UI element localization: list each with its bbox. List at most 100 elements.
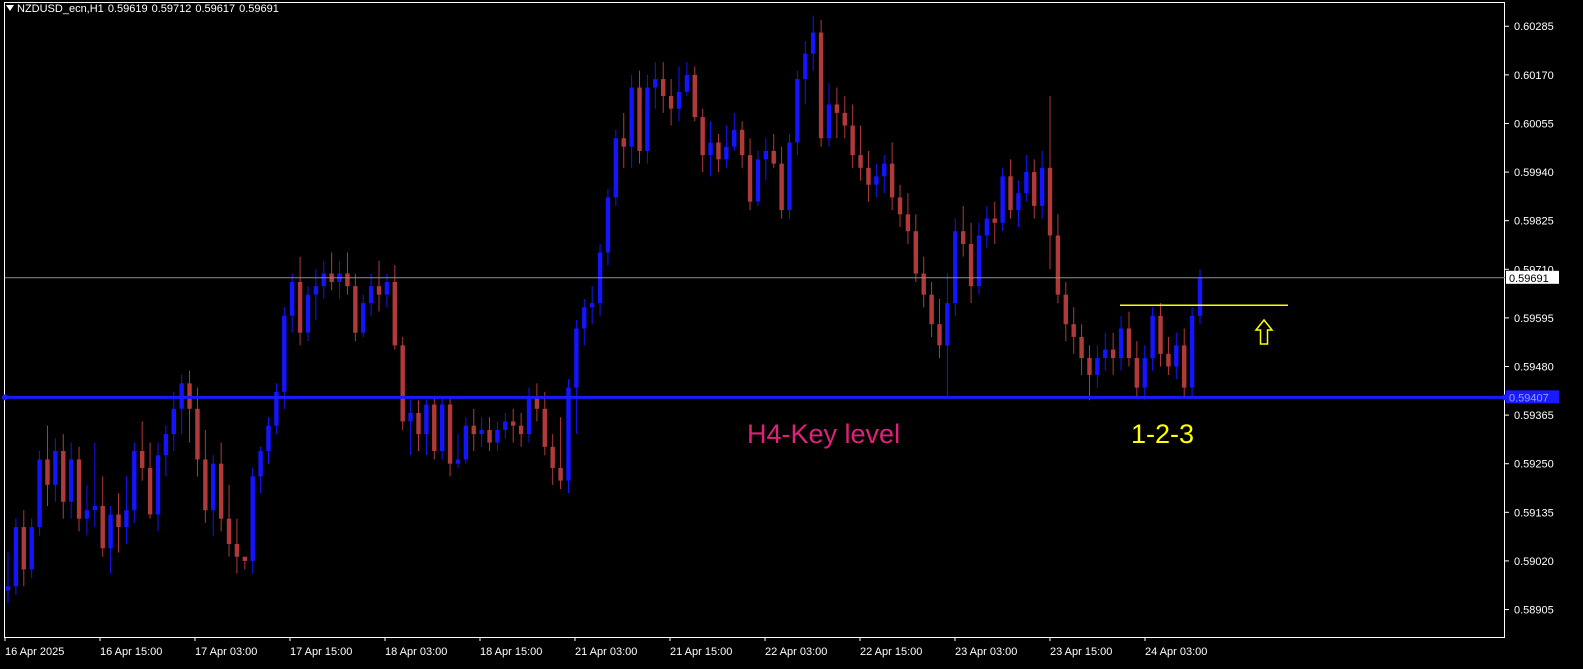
candle[interactable] (439, 396, 445, 460)
candle-body (1079, 336, 1084, 359)
candle-body (1103, 349, 1108, 359)
candle-body (1110, 349, 1116, 359)
candle[interactable] (953, 218, 958, 316)
candle[interactable] (795, 70, 800, 156)
candle-body (108, 514, 113, 549)
candle-body (1000, 176, 1005, 223)
candle-body (305, 294, 311, 333)
candle-body (747, 155, 753, 202)
price-tick-label: 0.59825 (1514, 216, 1554, 228)
time-tick-label: 23 Apr 15:00 (1050, 646, 1112, 658)
candle-body (779, 163, 784, 211)
time-tick-label: 18 Apr 15:00 (480, 646, 542, 658)
candle-body (929, 294, 934, 325)
candle-body (132, 451, 137, 511)
candle-body (147, 467, 153, 515)
candle-body (124, 510, 129, 528)
price-tick-label: 0.60170 (1514, 70, 1554, 82)
price-chart[interactable]: H4-Key level 1-2-3 0.60285 0.60170 0.60055… (0, 0, 1583, 669)
candle-body (803, 53, 808, 80)
candle-body (558, 467, 563, 481)
price-tick-label: 0.59940 (1514, 167, 1554, 179)
candle-body (242, 556, 248, 561)
candle-body (661, 79, 666, 96)
candle-body (605, 197, 611, 253)
candle-body (258, 451, 263, 477)
candle-body (416, 412, 421, 435)
current-price-value: 0.59691 (1509, 273, 1549, 285)
candle-body (266, 425, 271, 452)
candle-body (550, 446, 555, 468)
candle-body (897, 197, 903, 215)
candle-body (732, 129, 737, 147)
candle-body (937, 324, 942, 346)
candle-body (755, 159, 761, 202)
candle-body (574, 328, 579, 388)
candle-body (234, 544, 240, 557)
time-tick-label: 23 Apr 03:00 (955, 646, 1017, 658)
candle-body (960, 231, 966, 244)
candle-body (13, 527, 19, 587)
low-value: 0.59617 (195, 3, 236, 15)
candle-body (37, 459, 42, 528)
candle-body (471, 425, 476, 435)
candle-body (29, 527, 34, 570)
candle-body (1095, 358, 1100, 375)
candle-body (968, 243, 974, 287)
candle[interactable] (37, 451, 42, 536)
candle-body (1158, 315, 1163, 354)
candle-body (479, 429, 484, 435)
price-tick-label: 0.59480 (1514, 361, 1554, 373)
candle-body (321, 273, 326, 287)
candle-body (708, 142, 713, 156)
candle-body (889, 163, 895, 198)
dropdown-triangle-icon[interactable] (6, 5, 14, 11)
symbol-label: NZDUSD_ecn,H1 (17, 3, 104, 15)
candle-body (163, 434, 169, 456)
candle-body (676, 91, 682, 109)
candle-body (629, 87, 634, 147)
key-level-label: H4-Key level (747, 419, 900, 449)
candle[interactable] (432, 396, 437, 460)
candle-body (526, 396, 532, 435)
candle[interactable] (250, 467, 255, 574)
candle-body (76, 459, 82, 519)
candle-body (850, 125, 855, 156)
candle-body (613, 138, 619, 198)
candle-body (424, 404, 429, 435)
candle-body (5, 586, 11, 591)
candle-body (771, 150, 776, 164)
candle[interactable] (1189, 307, 1195, 397)
candle-body (463, 425, 469, 460)
candle-body (495, 429, 500, 443)
candle[interactable] (29, 518, 34, 578)
candle-body (582, 307, 587, 329)
candle-body (439, 404, 445, 452)
candle-body (211, 463, 216, 511)
candle-body (92, 505, 98, 511)
candle-body (645, 87, 650, 151)
key-level-handle-left[interactable] (2, 394, 8, 401)
candle[interactable] (400, 336, 405, 430)
candle-body (487, 429, 492, 443)
candle[interactable] (613, 129, 619, 206)
candle[interactable] (1000, 167, 1005, 232)
time-tick-label: 22 Apr 03:00 (765, 646, 827, 658)
candle[interactable] (645, 74, 650, 164)
candle[interactable] (13, 518, 19, 595)
candle-body (1182, 345, 1187, 388)
candle-body (1118, 328, 1124, 359)
time-tick-label: 22 Apr 15:00 (860, 646, 922, 658)
candle-body (921, 273, 926, 295)
price-tick-label: 0.58905 (1514, 605, 1554, 617)
candle[interactable] (787, 134, 792, 219)
candle-body (313, 286, 319, 295)
price-tick-label: 0.59250 (1514, 459, 1554, 471)
candle[interactable] (818, 19, 824, 147)
candle-body (368, 286, 374, 304)
candle-body (858, 155, 863, 168)
candle-body (882, 163, 887, 177)
candle-body (384, 281, 390, 295)
candle-body (250, 476, 255, 561)
candle-body (518, 425, 524, 435)
